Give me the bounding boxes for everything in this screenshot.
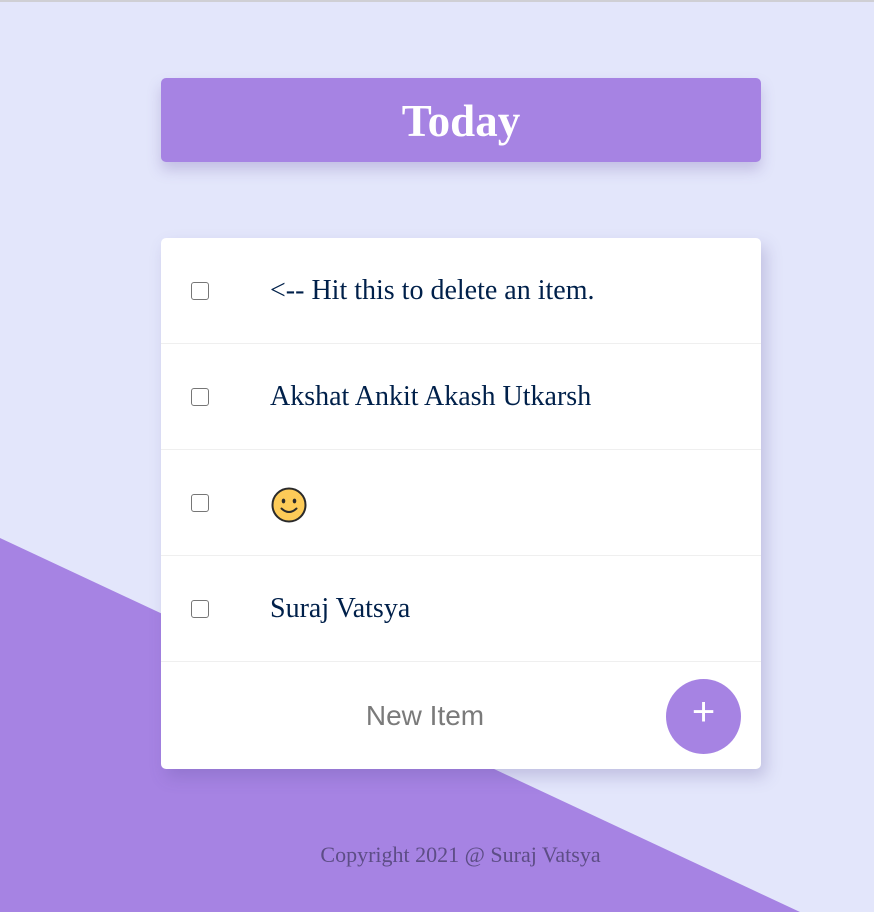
delete-item-checkbox[interactable]	[191, 600, 209, 618]
new-item-input[interactable]	[275, 693, 575, 739]
list-item	[161, 450, 761, 556]
add-item-button[interactable]: +	[666, 679, 741, 754]
todo-list-card: <-- Hit this to delete an item. Akshat A…	[161, 238, 761, 769]
new-item-form: +	[161, 663, 761, 769]
list-item: Suraj Vatsya	[161, 556, 761, 662]
list-item-text: Suraj Vatsya	[270, 593, 411, 624]
list-item-text: Akshat Ankit Akash Utkarsh	[270, 381, 592, 412]
copyright-footer: Copyright 2021 @ Suraj Vatsya	[320, 842, 601, 867]
list-item: <-- Hit this to delete an item.	[161, 238, 761, 344]
plus-icon: +	[691, 689, 716, 734]
heading-box: Today	[161, 78, 761, 162]
delete-item-checkbox[interactable]	[191, 494, 209, 512]
delete-item-checkbox[interactable]	[191, 282, 209, 300]
page-title: Today	[401, 95, 521, 146]
list-item-text: <-- Hit this to delete an item.	[270, 275, 595, 306]
delete-item-checkbox[interactable]	[191, 388, 209, 406]
list-item: Akshat Ankit Akash Utkarsh	[161, 344, 761, 450]
smiling-face-icon	[271, 487, 307, 523]
